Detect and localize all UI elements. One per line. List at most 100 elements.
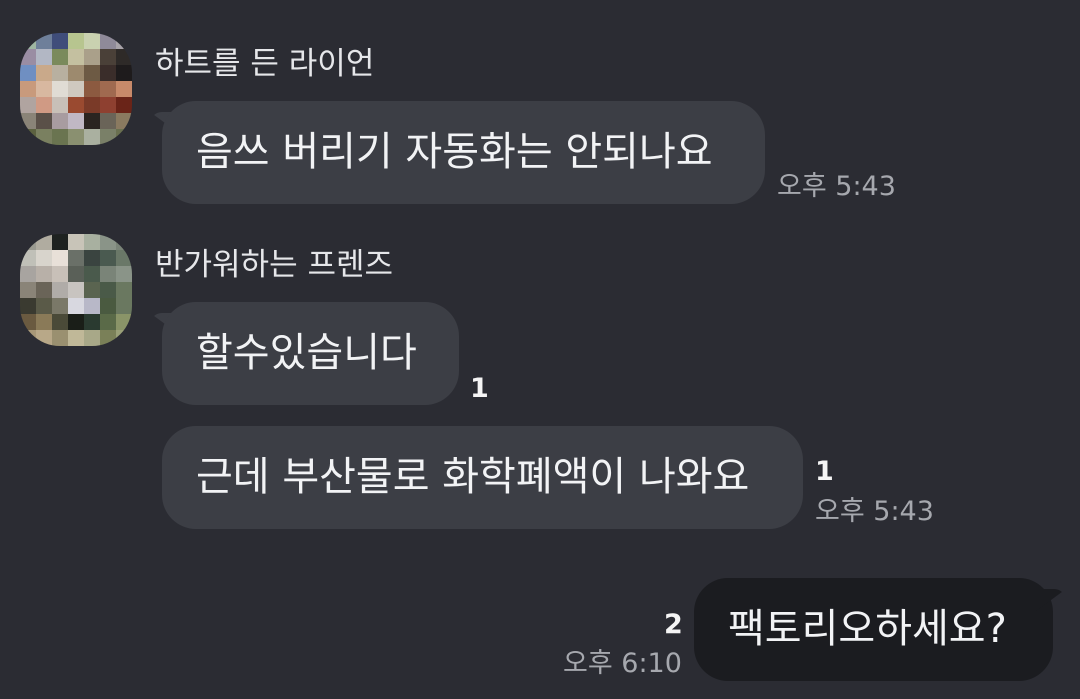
avatar-pixel <box>52 282 68 298</box>
avatar-pixel <box>84 65 100 81</box>
avatar-pixel <box>84 250 100 266</box>
avatar-pixel <box>36 330 52 346</box>
message-bubble[interactable]: 할수있습니다 <box>162 302 459 405</box>
avatar-pixel <box>36 129 52 145</box>
avatar-pixel <box>68 330 84 346</box>
avatar-pixel <box>84 49 100 65</box>
avatar-pixel <box>100 250 116 266</box>
avatar-pixel <box>20 49 36 65</box>
avatar-pixel <box>68 282 84 298</box>
avatar-pixel <box>100 33 116 49</box>
avatar-pixel <box>68 266 84 282</box>
avatar-pixel <box>84 81 100 97</box>
avatar-pixel <box>84 234 100 250</box>
avatar-pixel <box>100 282 116 298</box>
avatar-pixel <box>68 81 84 97</box>
avatar-pixel <box>116 266 132 282</box>
message-time: 오후 5:43 <box>815 496 934 527</box>
avatar-pixel <box>100 65 116 81</box>
avatar-pixel <box>116 65 132 81</box>
avatar-pixel <box>100 81 116 97</box>
avatar-pixel <box>68 65 84 81</box>
avatar-pixel <box>100 298 116 314</box>
avatar-pixel <box>20 250 36 266</box>
avatar-pixel <box>68 314 84 330</box>
avatar-pixel <box>100 113 116 129</box>
avatar-pixel <box>36 266 52 282</box>
avatar-pixel <box>36 314 52 330</box>
avatar-pixel <box>20 33 36 49</box>
avatar-pixel <box>20 282 36 298</box>
message-bubble[interactable]: 근데 부산물로 화학폐액이 나와요 <box>162 426 803 529</box>
avatar-pixel <box>68 234 84 250</box>
message-time: 오후 5:43 <box>777 171 896 202</box>
avatar-pixel <box>84 298 100 314</box>
avatar-pixel <box>36 113 52 129</box>
avatar-pixel <box>116 282 132 298</box>
avatar-pixel <box>68 250 84 266</box>
avatar-pixel <box>36 81 52 97</box>
avatar-pixel <box>68 97 84 113</box>
avatar[interactable] <box>20 33 132 145</box>
avatar-pixel <box>68 49 84 65</box>
avatar-pixel <box>52 234 68 250</box>
avatar-pixel <box>20 330 36 346</box>
message-time: 오후 6:10 <box>563 648 682 679</box>
avatar-pixel <box>52 298 68 314</box>
avatar-pixel <box>20 266 36 282</box>
avatar-pixel <box>20 65 36 81</box>
avatar-pixel <box>52 250 68 266</box>
avatar-pixel <box>68 298 84 314</box>
unread-count: 1 <box>815 456 834 487</box>
avatar-pixel <box>116 97 132 113</box>
sender-name: 하트를 든 라이언 <box>155 46 375 82</box>
chat-room: 하트를 든 라이언 음쓰 버리기 자동화는 안되나요 오후 5:43 반가워하는… <box>0 0 1080 699</box>
avatar-pixel <box>100 330 116 346</box>
avatar-pixel <box>20 129 36 145</box>
avatar-pixel <box>52 266 68 282</box>
avatar-pixel <box>84 282 100 298</box>
avatar-pixel <box>52 314 68 330</box>
avatar-pixel <box>84 314 100 330</box>
avatar-pixel <box>36 250 52 266</box>
avatar-pixel <box>68 129 84 145</box>
avatar-pixel <box>100 234 116 250</box>
avatar-pixel <box>52 65 68 81</box>
sender-name: 반가워하는 프렌즈 <box>155 247 394 283</box>
avatar-pixel <box>36 65 52 81</box>
avatar-pixel <box>116 113 132 129</box>
avatar-pixel <box>84 33 100 49</box>
avatar-pixel <box>116 33 132 49</box>
avatar-pixel <box>20 81 36 97</box>
avatar-pixel <box>116 250 132 266</box>
avatar-pixel <box>68 33 84 49</box>
avatar-pixel <box>36 298 52 314</box>
my-message-bubble[interactable]: 팩토리오하세요? <box>694 578 1053 681</box>
avatar-pixel <box>52 49 68 65</box>
avatar-pixel <box>68 113 84 129</box>
avatar-pixel <box>116 129 132 145</box>
avatar-pixel <box>52 113 68 129</box>
avatar-pixel <box>20 113 36 129</box>
avatar-pixel <box>36 49 52 65</box>
avatar-pixel <box>84 97 100 113</box>
avatar-pixel <box>116 234 132 250</box>
avatar-pixel <box>52 129 68 145</box>
avatar-pixel <box>84 266 100 282</box>
avatar-pixel <box>84 113 100 129</box>
avatar-pixel <box>20 97 36 113</box>
avatar-pixel <box>116 298 132 314</box>
avatar-pixel <box>52 330 68 346</box>
avatar[interactable] <box>20 234 132 346</box>
message-bubble[interactable]: 음쓰 버리기 자동화는 안되나요 <box>162 101 765 204</box>
avatar-pixel <box>52 97 68 113</box>
avatar-pixel <box>20 298 36 314</box>
avatar-pixel <box>36 234 52 250</box>
avatar-pixel <box>36 282 52 298</box>
unread-count: 1 <box>470 373 489 404</box>
avatar-pixel <box>36 33 52 49</box>
avatar-pixel <box>116 49 132 65</box>
avatar-pixel <box>100 49 116 65</box>
avatar-pixel <box>36 97 52 113</box>
avatar-pixel <box>20 314 36 330</box>
